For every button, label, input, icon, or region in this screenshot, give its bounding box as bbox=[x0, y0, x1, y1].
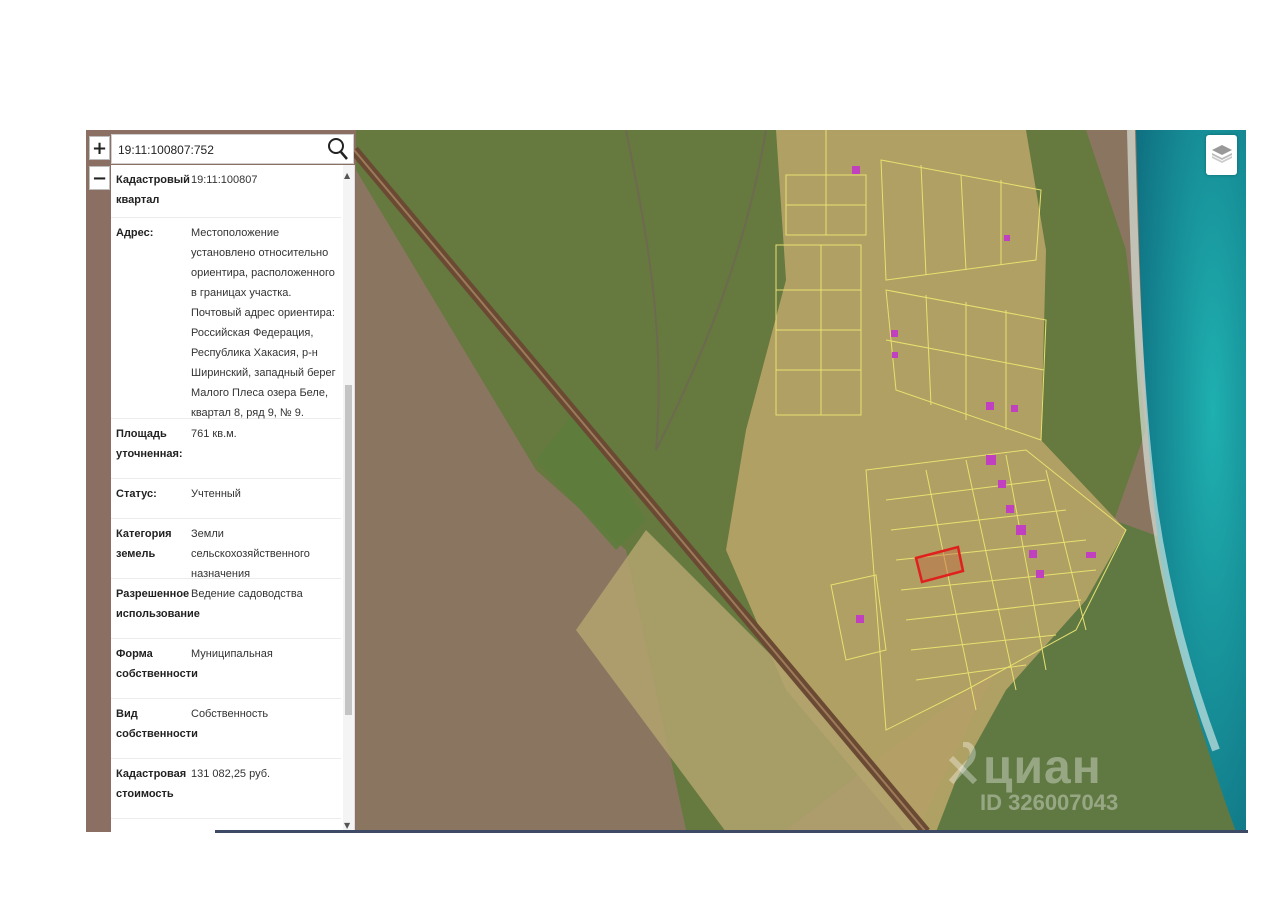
scrollbar-thumb[interactable] bbox=[345, 385, 352, 715]
row-value: 761 кв.м. bbox=[191, 428, 237, 440]
row-value: 131 082,25 руб. bbox=[191, 768, 271, 780]
info-row-cadastral-value: Кадастровая стоимость 131 082,25 руб. bbox=[111, 759, 341, 819]
search-input[interactable] bbox=[116, 136, 325, 164]
row-label: Категория земель bbox=[116, 528, 172, 560]
layers-icon bbox=[1210, 141, 1234, 170]
search-icon[interactable] bbox=[327, 137, 349, 166]
info-row-land-category: Категория земель Земли сельскохозяйствен… bbox=[111, 519, 341, 580]
info-row-ownership-form: Форма собственности Муниципальная bbox=[111, 639, 341, 699]
info-row-address: Адрес: Местоположение установлено относи… bbox=[111, 218, 341, 419]
row-label: Вид собственности bbox=[116, 708, 198, 740]
row-label: Форма собственности bbox=[116, 648, 198, 680]
scroll-up-icon[interactable]: ▲ bbox=[344, 171, 350, 180]
row-label: Адрес: bbox=[116, 227, 154, 239]
row-value: Земли сельскохозяйственного назначения bbox=[191, 528, 310, 580]
bottom-border bbox=[215, 830, 1248, 833]
layers-button[interactable] bbox=[1206, 135, 1237, 175]
row-label: Площадь уточненная: bbox=[116, 428, 183, 460]
row-value: 19:11:100807 bbox=[191, 174, 258, 186]
info-scrollbar[interactable]: ▲ ▼ bbox=[343, 165, 354, 832]
row-value: Муниципальная bbox=[191, 648, 273, 660]
info-row-status: Статус: Учтенный bbox=[111, 479, 341, 519]
zoom-in-button[interactable]: + bbox=[89, 136, 110, 160]
row-value: Учтенный bbox=[191, 488, 241, 500]
zoom-out-button[interactable]: − bbox=[89, 166, 110, 190]
info-row-area: Площадь уточненная: 761 кв.м. bbox=[111, 419, 341, 479]
search-box bbox=[111, 134, 354, 164]
row-label: Статус: bbox=[116, 488, 157, 500]
row-label: Кадастровая стоимость bbox=[116, 768, 187, 800]
info-panel: Кадастровый квартал 19:11:100807 Адрес: … bbox=[111, 165, 355, 832]
row-value: Местоположение установлено относительно … bbox=[191, 227, 336, 419]
info-row-ownership-type: Вид собственности Собственность bbox=[111, 699, 341, 759]
row-value: Собственность bbox=[191, 708, 269, 720]
scroll-down-icon[interactable]: ▼ bbox=[344, 821, 350, 830]
row-label: Разрешенное использование bbox=[116, 588, 200, 620]
row-value: Ведение садоводства bbox=[191, 588, 303, 600]
row-label: Кадастровый квартал bbox=[116, 174, 190, 206]
info-row-cadastral-block: Кадастровый квартал 19:11:100807 bbox=[111, 165, 341, 218]
info-row-permitted-use: Разрешенное использование Ведение садово… bbox=[111, 579, 341, 639]
